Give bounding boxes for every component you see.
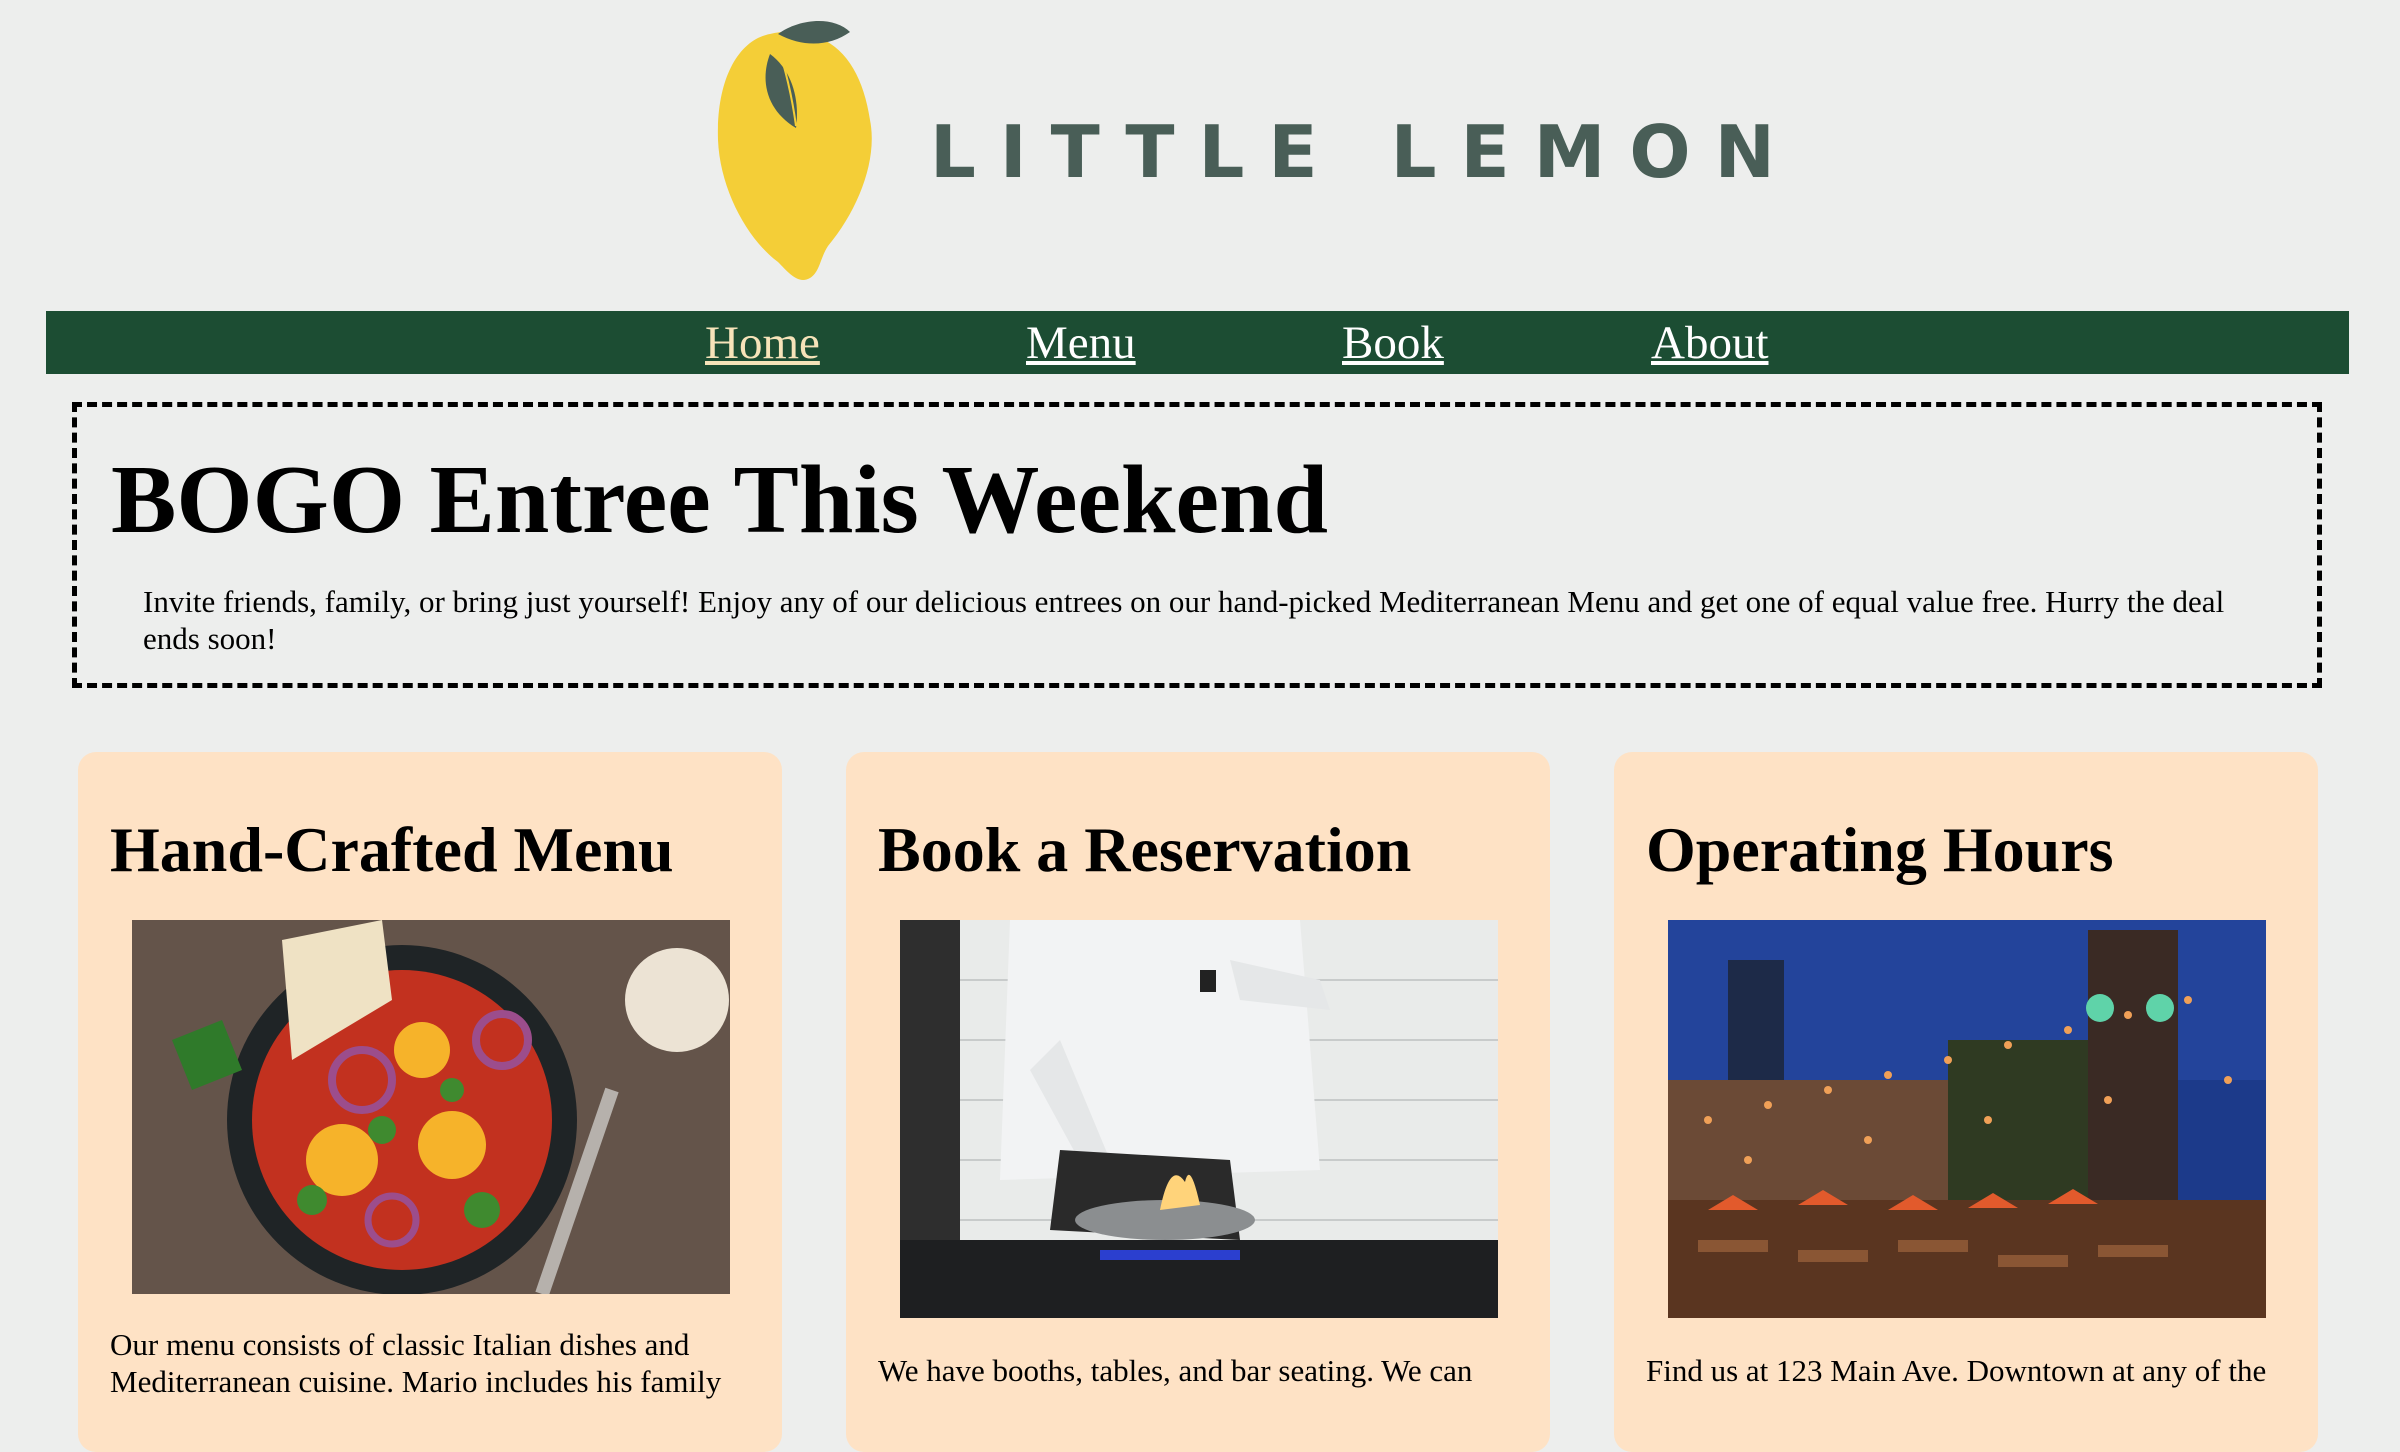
lemon-logo-icon[interactable] [708, 10, 888, 290]
promo-banner: BOGO Entree This Weekend Invite friends,… [72, 402, 2322, 688]
promo-title: BOGO Entree This Weekend [111, 446, 1329, 554]
chef-flambe-photo [900, 920, 1498, 1318]
patio-night-photo [1668, 920, 2266, 1318]
card-title: Operating Hours [1646, 814, 2114, 885]
nav-link-book[interactable]: Book [1342, 315, 1444, 371]
main-nav: Home Menu Book About [46, 311, 2349, 374]
card-reservation: Book a Reservation We have booths, table… [846, 752, 1550, 1452]
card-text: Our menu consists of classic Italian dis… [110, 1327, 722, 1399]
card-menu: Hand-Crafted Menu Our menu consists of c… [78, 752, 782, 1452]
card-title: Book a Reservation [878, 814, 1412, 885]
shakshuka-dish-photo [132, 920, 730, 1294]
brand-wordmark: LITTLE LEMON [930, 110, 1799, 194]
card-text: We have booths, tables, and bar seating.… [878, 1353, 1473, 1388]
card-text: Find us at 123 Main Ave. Downtown at any… [1646, 1353, 2267, 1388]
nav-link-home[interactable]: Home [705, 315, 820, 371]
nav-link-menu[interactable]: Menu [1026, 315, 1136, 371]
card-title: Hand-Crafted Menu [110, 814, 674, 885]
card-hours: Operating Hours Find us at 123 Main Ave.… [1614, 752, 2318, 1452]
nav-link-about[interactable]: About [1651, 315, 1769, 371]
site-header: LITTLE LEMON [0, 0, 2400, 300]
promo-text: Invite friends, family, or bring just yo… [143, 584, 2225, 656]
